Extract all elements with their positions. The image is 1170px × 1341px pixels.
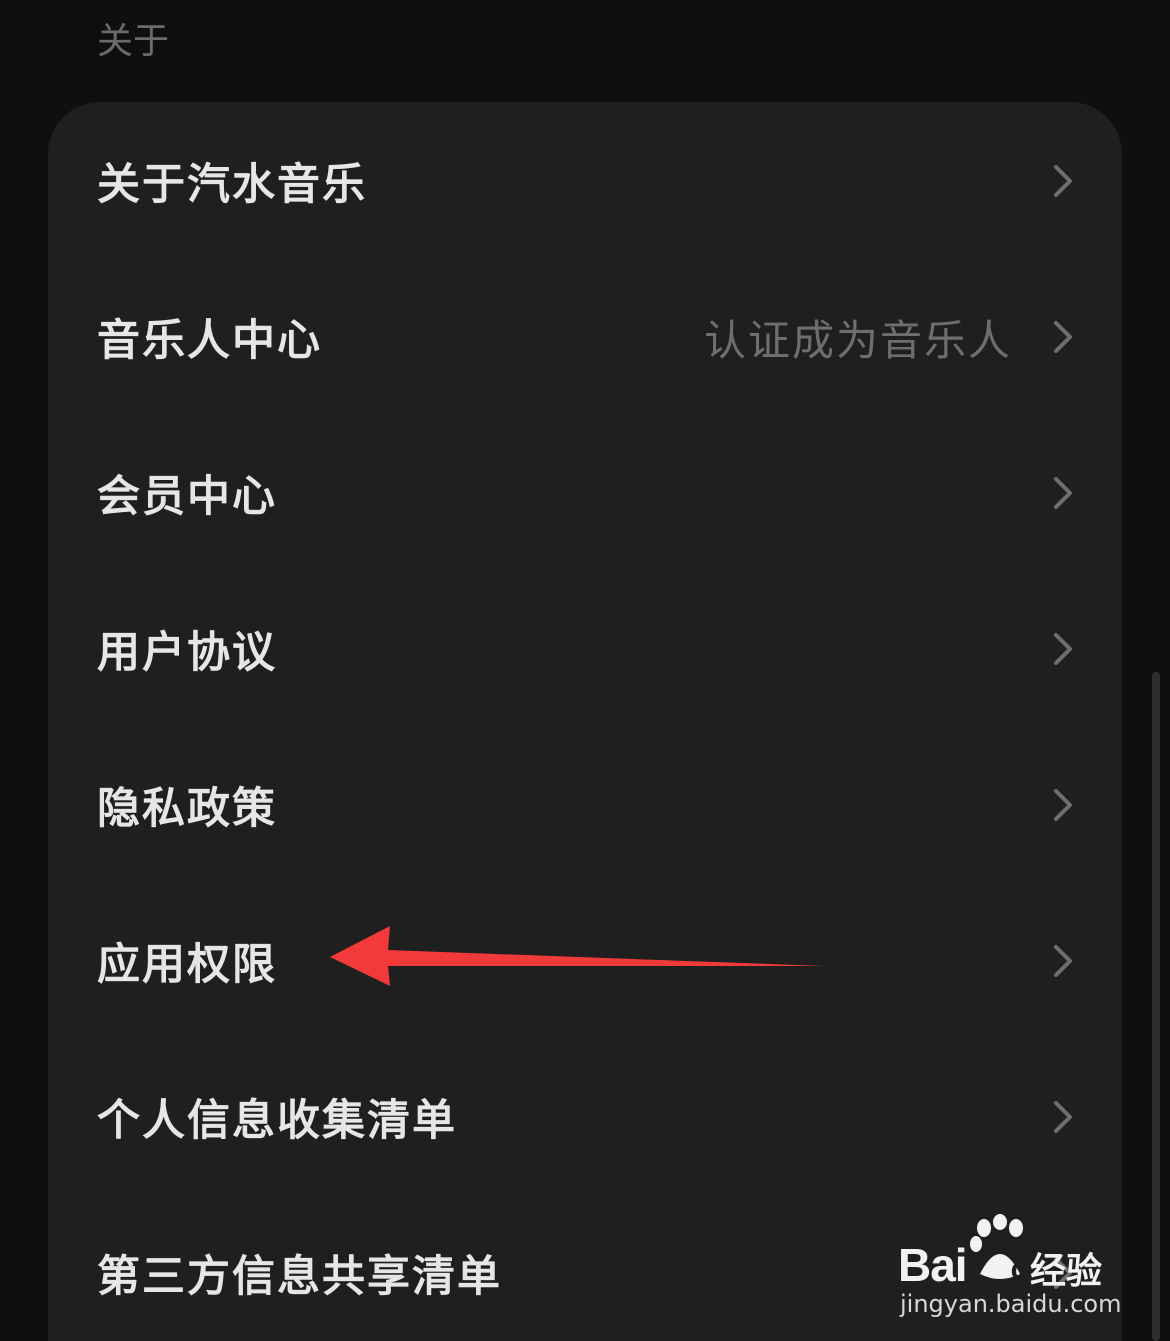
scrollbar[interactable]	[1152, 672, 1160, 1341]
menu-item-label: 个人信息收集清单	[97, 1096, 457, 1146]
menu-item-subtitle: 认证成为音乐人	[703, 315, 1012, 365]
settings-about-screen: 关于 关于汽水音乐 音乐人中心 认证成为音乐人 会员中心 用户协议 隐私政策 应…	[0, 0, 1170, 1341]
menu-item-about-app[interactable]: 关于汽水音乐	[48, 103, 1122, 259]
chevron-right-icon	[1054, 165, 1072, 197]
chevron-right-icon	[1054, 945, 1072, 977]
section-title: 关于	[97, 21, 170, 62]
menu-item-label: 应用权限	[97, 940, 277, 990]
menu-item-label: 隐私政策	[97, 784, 277, 834]
menu-item-label: 音乐人中心	[97, 316, 322, 366]
menu-item-label: 用户协议	[97, 628, 277, 678]
chevron-right-icon	[1054, 477, 1072, 509]
chevron-right-icon	[1054, 321, 1072, 353]
menu-item-privacy-policy[interactable]: 隐私政策	[48, 727, 1122, 883]
menu-item-label: 会员中心	[97, 472, 277, 522]
menu-item-label: 关于汽水音乐	[97, 160, 367, 210]
watermark-brand: Bai du	[898, 1238, 1046, 1292]
chevron-right-icon	[1054, 1101, 1072, 1133]
chevron-right-icon	[1054, 633, 1072, 665]
menu-item-musician-center[interactable]: 音乐人中心 认证成为音乐人	[48, 259, 1122, 415]
menu-item-member-center[interactable]: 会员中心	[48, 415, 1122, 571]
chevron-right-icon	[1054, 789, 1072, 821]
watermark-brand-prefix: Bai	[898, 1239, 968, 1291]
baidu-jingyan-watermark: Bai du 经验 jingyan.baidu.com	[890, 1212, 1122, 1322]
watermark-url: jingyan.baidu.com	[900, 1290, 1122, 1318]
menu-item-user-agreement[interactable]: 用户协议	[48, 571, 1122, 727]
about-menu-card: 关于汽水音乐 音乐人中心 认证成为音乐人 会员中心 用户协议 隐私政策 应用权限…	[48, 102, 1122, 1341]
watermark-product: 经验	[1030, 1251, 1103, 1292]
red-arrow-annotation	[330, 926, 824, 986]
menu-item-label: 第三方信息共享清单	[97, 1252, 502, 1302]
menu-item-personal-info-list[interactable]: 个人信息收集清单	[48, 1039, 1122, 1195]
